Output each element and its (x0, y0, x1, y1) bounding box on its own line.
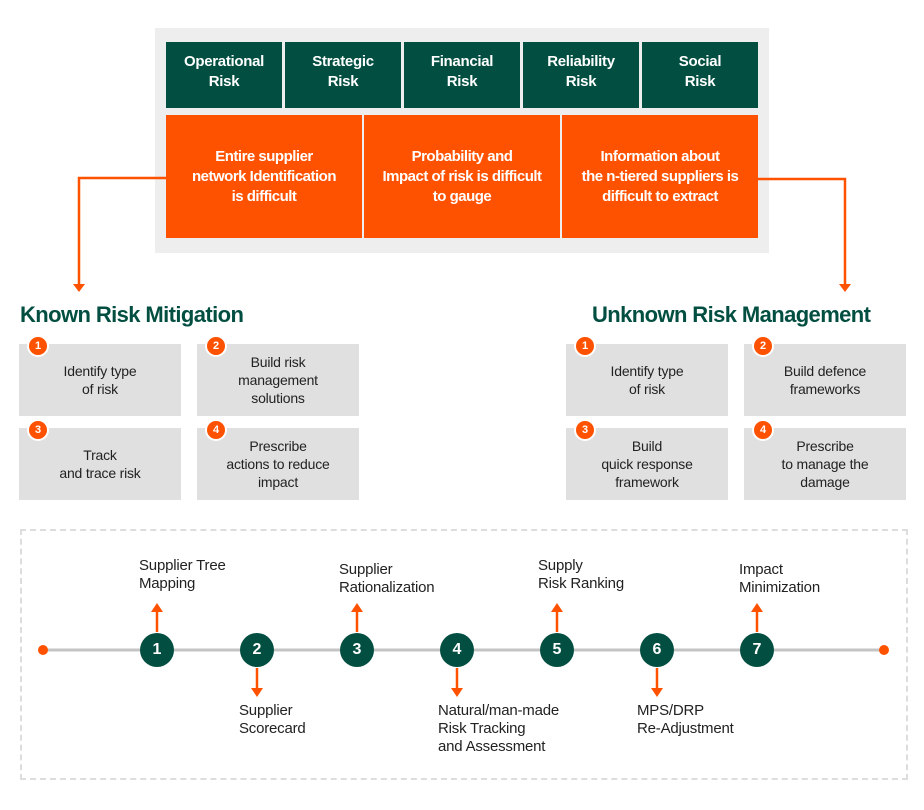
timeline-node: 4 (440, 633, 474, 667)
card-text: actions to reduce (226, 456, 330, 472)
timeline-label-line: Rationalization (339, 579, 435, 596)
card-text: Track (83, 447, 117, 463)
timeline-label-line: Supply (538, 557, 583, 574)
timeline-label-line: Impact (739, 561, 783, 578)
step-number-badge: 3 (27, 419, 49, 441)
card-text: frameworks (789, 381, 861, 397)
timeline-label: Impact Minimization (739, 561, 820, 597)
timeline-node: 5 (540, 633, 574, 667)
timeline-label-line: Supplier (239, 702, 293, 719)
arrowhead-right-icon (839, 284, 851, 292)
timeline-label: Supplier Scorecard (239, 702, 306, 738)
connector-left (77, 176, 166, 285)
card-text: solutions (251, 390, 305, 406)
card-text: framework (615, 474, 679, 490)
unknown-step-card: 2 Build defence frameworks (744, 335, 906, 416)
card-text: impact (257, 474, 299, 490)
card-text: to manage the (781, 456, 869, 472)
step-number-badge: 2 (752, 335, 774, 357)
timeline-label-line: Re-Adjustment (637, 720, 734, 737)
unknown-risk-heading: Unknown Risk Management (592, 302, 871, 327)
card-text: Build (631, 438, 663, 454)
card-text: of risk (82, 381, 118, 397)
card-text: of risk (629, 381, 665, 397)
card-text: and trace risk (59, 465, 141, 481)
card-text: Prescribe (796, 438, 854, 454)
known-risk-heading: Known Risk Mitigation (20, 302, 244, 327)
known-step-card: 1 Identify type of risk (19, 335, 181, 416)
timeline-label-line: Scorecard (239, 720, 306, 737)
timeline-label: MPS/DRP Re-Adjustment (637, 702, 734, 738)
step-number-badge: 4 (752, 419, 774, 441)
card-text: management (238, 372, 318, 388)
timeline-label-line: Risk Tracking (438, 720, 526, 737)
card-text: quick response (601, 456, 693, 472)
card-text: Identify type (63, 363, 137, 379)
timeline-label-line: Mapping (139, 575, 196, 592)
timeline-label-line: MPS/DRP (637, 702, 704, 719)
timeline-node: 6 (640, 633, 674, 667)
connector-right (758, 177, 847, 285)
arrowhead-left-icon (73, 284, 85, 292)
timeline-label: Supplier Rationalization (339, 561, 435, 597)
timeline-node: 3 (340, 633, 374, 667)
card-text: Build risk (250, 354, 306, 370)
card-text: damage (800, 474, 850, 490)
step-number-badge: 2 (205, 335, 227, 357)
unknown-step-card: 3 Build quick response framework (566, 419, 728, 500)
step-number-badge: 1 (574, 335, 596, 357)
timeline-label-line: Supplier (339, 561, 393, 578)
timeline-node: 7 (740, 633, 774, 667)
timeline-label-line: and Assessment (438, 738, 546, 755)
card-text: Identify type (610, 363, 684, 379)
timeline-label: Supplier Tree Mapping (139, 557, 226, 593)
timeline-node: 1 (140, 633, 174, 667)
step-number-badge: 3 (574, 419, 596, 441)
known-step-card: 2 Build risk management solutions (197, 335, 359, 416)
timeline-label-line: Risk Ranking (538, 575, 624, 592)
timeline-label: Natural/man-made Risk Tracking and Asses… (438, 702, 559, 756)
known-step-card: 4 Prescribe actions to reduce impact (197, 419, 359, 500)
timeline-node: 2 (240, 633, 274, 667)
timeline-label-line: Natural/man-made (438, 702, 560, 719)
unknown-step-card: 4 Prescribe to manage the damage (744, 419, 906, 500)
step-number-badge: 4 (205, 419, 227, 441)
known-step-card: 3 Track and trace risk (19, 419, 181, 500)
timeline-label-line: Supplier Tree (139, 557, 226, 574)
timeline-label: Supply Risk Ranking (538, 557, 624, 593)
timeline-label-line: Minimization (739, 579, 820, 596)
step-number-badge: 1 (27, 335, 49, 357)
card-text: Prescribe (249, 438, 307, 454)
unknown-step-card: 1 Identify type of risk (566, 335, 728, 416)
card-text: Build defence (783, 363, 867, 379)
